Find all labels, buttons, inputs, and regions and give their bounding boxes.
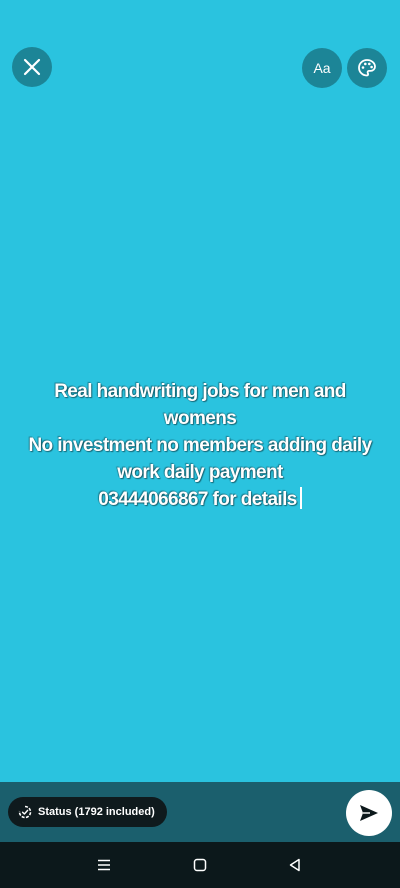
status-chip-label: Status (1792 included) (38, 806, 155, 818)
status-text-line: No investment no members adding daily (28, 435, 372, 456)
status-text-line-last: 03444066867 for details (10, 486, 390, 513)
palette-icon (358, 59, 376, 77)
status-canvas[interactable]: Aa Real handwriting jobs for men and wom… (0, 0, 400, 782)
status-text-editor[interactable]: Real handwriting jobs for men and womens… (10, 378, 390, 513)
home-button[interactable] (189, 854, 211, 876)
font-style-button[interactable]: Aa (302, 48, 342, 88)
close-button[interactable] (12, 47, 52, 87)
font-icon: Aa (313, 60, 331, 76)
status-text-line: work daily payment (117, 462, 283, 483)
home-icon (193, 858, 207, 872)
send-icon (360, 805, 378, 821)
status-text-line: 03444066867 for details (98, 489, 297, 510)
status-ring-icon (18, 805, 32, 819)
status-text-line: womens (163, 408, 237, 429)
system-navigation-bar (0, 842, 400, 888)
background-color-button[interactable] (347, 48, 387, 88)
text-cursor (299, 487, 302, 509)
send-button[interactable] (346, 790, 392, 836)
status-audience-chip[interactable]: Status (1792 included) (8, 797, 167, 827)
close-icon (23, 58, 41, 76)
bottom-bar: Status (1792 included) (0, 782, 400, 842)
menu-icon (98, 859, 110, 871)
back-button[interactable] (284, 854, 306, 876)
back-icon (289, 858, 300, 872)
status-text-line: Real handwriting jobs for men and (54, 381, 346, 402)
recent-apps-button[interactable] (93, 854, 115, 876)
